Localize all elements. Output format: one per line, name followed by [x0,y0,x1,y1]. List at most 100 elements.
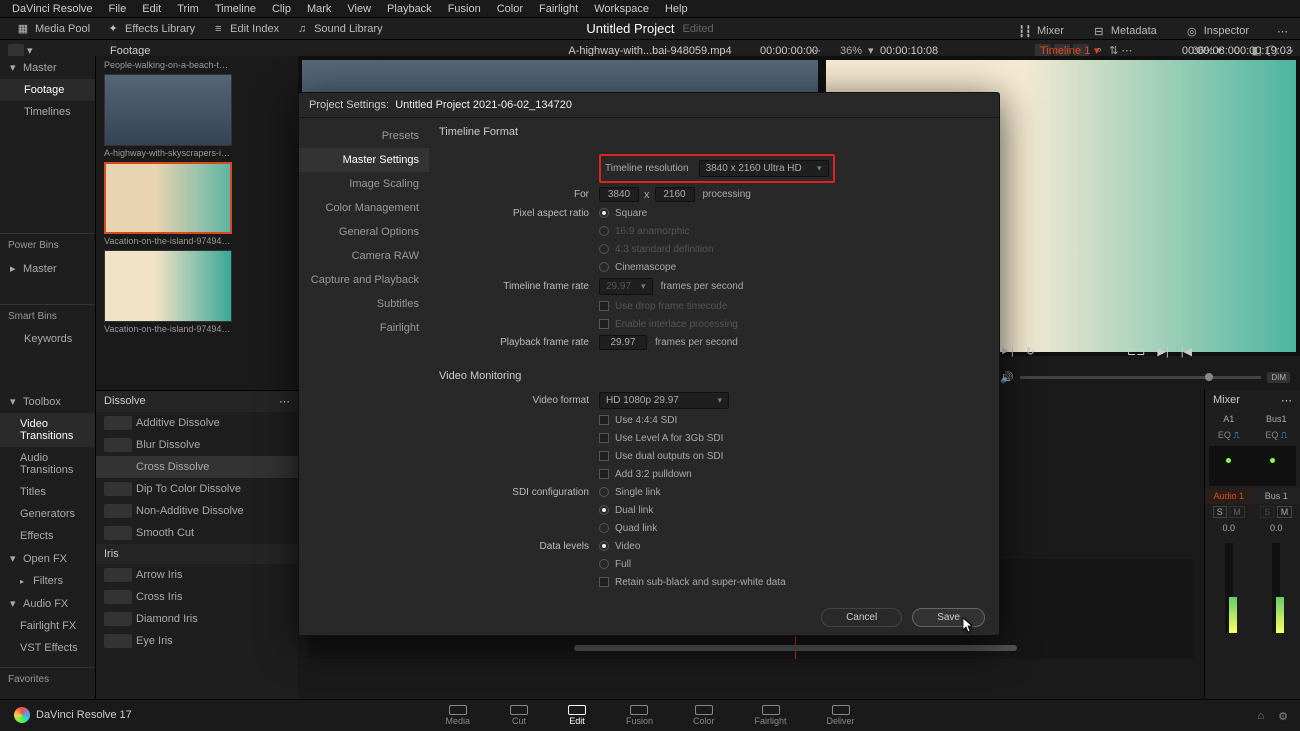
cut-page[interactable]: Cut [510,705,528,726]
radio-cinemascope[interactable] [599,262,609,272]
radio-sd[interactable] [599,244,609,254]
menu-file[interactable]: File [101,3,135,15]
effect-additive-dissolve[interactable]: Additive Dissolve [96,412,298,434]
tab-presets[interactable]: Presets [299,124,429,148]
clip-item[interactable]: Vacation-on-the-island-974946.mp4 [104,162,290,246]
menu-fusion[interactable]: Fusion [440,3,489,15]
more-icon[interactable]: ⋯ [279,395,290,408]
height-input[interactable]: 2160 [655,187,695,202]
tab-image-scaling[interactable]: Image Scaling [299,172,429,196]
effects-nav-item[interactable]: Effects [0,525,95,547]
sound-lib-toggle[interactable]: ♫Sound Library [287,22,391,36]
effect-dip-to-color[interactable]: Dip To Color Dissolve [96,478,298,500]
menu-color[interactable]: Color [489,3,531,15]
dim-button[interactable]: DIM [1267,372,1290,383]
menu-playback[interactable]: Playback [379,3,440,15]
radio-dual[interactable] [599,505,609,515]
menu-timeline[interactable]: Timeline [207,3,264,15]
filters-nav[interactable]: ▸Filters [0,570,95,592]
effect-cross-dissolve[interactable]: Cross Dissolve [96,456,298,478]
effect-blur-dissolve[interactable]: Blur Dissolve [96,434,298,456]
more-icon[interactable]: ⋯ [1281,394,1292,407]
radio-square[interactable] [599,208,609,218]
menu-view[interactable]: View [339,3,379,15]
radio-quad[interactable] [599,523,609,533]
menu-workspace[interactable]: Workspace [586,3,657,15]
radio-single[interactable] [599,487,609,497]
menu-clip[interactable]: Clip [264,3,299,15]
playback-rate-input[interactable]: 29.97 [599,335,647,350]
timeline-resolution-select[interactable]: 3840 x 2160 Ultra HD [699,160,829,177]
tab-capture[interactable]: Capture and Playback [299,268,429,292]
effect-arrow-iris[interactable]: Arrow Iris [96,564,298,586]
check-444[interactable] [599,415,609,425]
video-transitions[interactable]: Video Transitions [0,413,95,447]
vst-nav[interactable]: VST Effects [0,637,95,659]
tl-zoom[interactable]: 36% [840,45,862,57]
master-bin[interactable]: ▾Master [0,56,95,79]
clip-item[interactable]: A-highway-with-skyscrapers-in-du... [104,74,290,158]
color-page[interactable]: Color [693,705,715,726]
next-clip-icon[interactable]: ►| [1000,345,1014,357]
out-icon[interactable]: ▶| [1157,345,1168,358]
effect-diamond-iris[interactable]: Diamond Iris [96,608,298,630]
video-format-select[interactable]: HD 1080p 29.97 [599,392,729,409]
timeline-name[interactable]: Timeline 1 [1040,45,1090,57]
fairlightfx-nav[interactable]: Fairlight FX [0,615,95,637]
channel-bus1[interactable]: Bus1 [1253,411,1300,427]
tab-general[interactable]: General Options [299,220,429,244]
width-input[interactable]: 3840 [599,187,639,202]
footage-bin[interactable]: Footage [0,79,95,101]
deliver-page[interactable]: Deliver [827,705,855,726]
match-frame-icon[interactable]: ⊏⊐ [1127,345,1145,358]
gear-icon[interactable]: ⚙ [1278,710,1288,723]
check-dual-output[interactable] [599,451,609,461]
tab-fairlight[interactable]: Fairlight [299,316,429,340]
openfx-nav[interactable]: ▾Open FX [0,547,95,570]
inspector-toggle[interactable]: ◎Inspector [1177,24,1257,38]
menu-help[interactable]: Help [657,3,696,15]
tab-master-settings[interactable]: Master Settings [299,148,429,172]
clip-item[interactable]: Vacation-on-the-island-974946 Re... [104,250,290,334]
audiofx-nav[interactable]: ▾Audio FX [0,592,95,615]
more-icon[interactable]: ⋯ [1269,25,1296,38]
effects-lib-toggle[interactable]: ✦Effects Library [98,22,203,36]
media-page[interactable]: Media [445,705,470,726]
check-pulldown[interactable] [599,469,609,479]
effect-smooth-cut[interactable]: Smooth Cut [96,522,298,544]
audio-transitions[interactable]: Audio Transitions [0,447,95,481]
fairlight-page[interactable]: Fairlight [755,705,787,726]
cancel-button[interactable]: Cancel [821,608,902,627]
src-clip[interactable]: A-highway-with...bai-948059.mp4 [568,45,731,57]
timelines-bin[interactable]: Timelines [0,101,95,123]
effect-non-additive[interactable]: Non-Additive Dissolve [96,500,298,522]
check-retain[interactable] [599,577,609,587]
radio-video[interactable] [599,541,609,551]
titles-nav[interactable]: Titles [0,481,95,503]
edit-index-toggle[interactable]: ≡Edit Index [203,22,287,36]
powerbin-master[interactable]: ▸Master [0,257,95,280]
check-level-a[interactable] [599,433,609,443]
menu-edit[interactable]: Edit [134,3,169,15]
menu-mark[interactable]: Mark [299,3,339,15]
generators-nav[interactable]: Generators [0,503,95,525]
fusion-page[interactable]: Fusion [626,705,653,726]
keywords-bin[interactable]: Keywords [0,328,95,350]
tab-color-management[interactable]: Color Management [299,196,429,220]
menu-app[interactable]: DaVinci Resolve [4,3,101,15]
clip-item[interactable]: People-walking-on-a-beach-top-vi... [104,60,290,70]
speaker-icon[interactable]: 🔊 [1000,371,1014,384]
channel-a1[interactable]: A1 [1205,411,1253,427]
in-icon[interactable]: |◀ [1181,345,1192,358]
edit-page[interactable]: Edit [568,705,586,726]
menu-fairlight[interactable]: Fairlight [531,3,586,15]
toolbox[interactable]: ▾Toolbox [0,390,95,413]
media-pool-toggle[interactable]: ▦Media Pool [8,22,98,36]
effect-eye-iris[interactable]: Eye Iris [96,630,298,652]
menu-trim[interactable]: Trim [169,3,207,15]
radio-full[interactable] [599,559,609,569]
loop-icon[interactable]: ↻ [1026,345,1035,358]
metadata-toggle[interactable]: ⊟Metadata [1084,24,1165,38]
tab-subtitles[interactable]: Subtitles [299,292,429,316]
tab-camera-raw[interactable]: Camera RAW [299,244,429,268]
